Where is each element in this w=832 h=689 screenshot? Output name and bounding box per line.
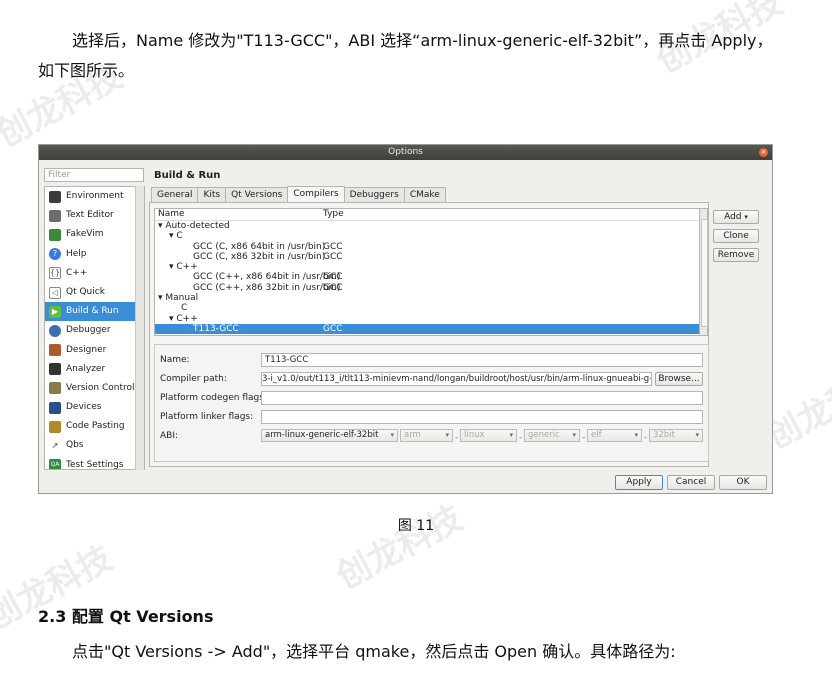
tree-row[interactable]: ▾ Auto-detected xyxy=(155,221,706,231)
nav-item-qbs[interactable]: ↗ Qbs xyxy=(45,436,144,455)
designer-icon xyxy=(49,344,61,357)
filter-input[interactable]: Filter xyxy=(44,168,144,182)
abi-width-select[interactable]: 32bit ▾ xyxy=(649,429,703,442)
nav-item-build-run[interactable]: ▶ Build & Run xyxy=(45,302,144,322)
compiler-path-field[interactable]: 3-i_v1.0/out/t113_i/tlt113-minievm-nand/… xyxy=(261,372,652,386)
text-editor-icon xyxy=(49,209,61,222)
tree-row[interactable]: GCC (C, x86 32bit in /usr/bin) GCC xyxy=(155,252,706,262)
help-icon: ? xyxy=(49,248,61,261)
chevron-down-icon: ▾ xyxy=(445,431,449,439)
abi-flavor-select[interactable]: generic ▾ xyxy=(524,429,580,442)
paragraph-apply-instructions: 选择后，Name 修改为"T113-GCC"，ABI 选择“arm-linux-… xyxy=(38,31,773,80)
tree-row[interactable]: GCC (C++, x86 64bit in /usr/bin) GCC xyxy=(155,272,706,282)
figure-caption: 图 11 xyxy=(397,518,435,534)
browse-button[interactable]: Browse... xyxy=(655,372,703,386)
tree-row[interactable]: ▾ C++ xyxy=(155,262,706,272)
monitor-icon xyxy=(49,190,61,203)
ok-button[interactable]: OK xyxy=(719,475,767,490)
chevron-down-icon: ▾ xyxy=(695,431,699,439)
build-run-icon: ▶ xyxy=(49,305,61,318)
fakevim-icon xyxy=(49,228,61,241)
nav-item-devices[interactable]: Devices xyxy=(45,398,144,417)
tree-row[interactable]: C xyxy=(155,303,706,313)
abi-arch-select[interactable]: arm ▾ xyxy=(400,429,453,442)
linker-flags-label: Platform linker flags: xyxy=(160,412,254,422)
code-pasting-icon xyxy=(49,420,61,433)
category-scrollbar[interactable] xyxy=(135,186,144,470)
tree-row[interactable]: ▾ C xyxy=(155,231,706,241)
tab-debuggers[interactable]: Debuggers xyxy=(343,187,405,203)
remove-button[interactable]: Remove xyxy=(713,248,759,262)
category-list: Environment Text Editor FakeVim ? Help {}… xyxy=(44,186,145,470)
tree-row-selected[interactable]: T113-GCC GCC xyxy=(155,323,706,335)
tab-compilers[interactable]: Compilers xyxy=(287,186,345,203)
tree-row[interactable]: ▾ C++ xyxy=(155,314,706,324)
chevron-down-icon: ▾ xyxy=(509,431,513,439)
name-label: Name: xyxy=(160,355,190,365)
scrollbar-thumb[interactable] xyxy=(701,219,708,327)
abi-format-select[interactable]: elf ▾ xyxy=(587,429,642,442)
tree-row[interactable]: GCC (C++, x86 32bit in /usr/bin) GCC xyxy=(155,283,706,293)
nav-item-code-pasting[interactable]: Code Pasting xyxy=(45,417,144,436)
tab-general[interactable]: General xyxy=(151,187,199,203)
tree-row[interactable]: ▾ Manual xyxy=(155,293,706,303)
chevron-down-icon: ▾ xyxy=(390,431,394,439)
debugger-icon xyxy=(49,324,61,337)
codegen-flags-label: Platform codegen flags: xyxy=(160,393,267,403)
nav-item-debugger[interactable]: Debugger xyxy=(45,321,144,340)
tree-scrollbar[interactable] xyxy=(699,208,708,336)
compiler-path-label: Compiler path: xyxy=(160,374,227,384)
cancel-button[interactable]: Cancel xyxy=(667,475,715,490)
test-settings-icon: QA xyxy=(49,459,61,469)
watermark: 创龙科技 xyxy=(330,498,470,598)
devices-icon xyxy=(49,401,61,414)
column-type-header[interactable]: Type xyxy=(323,209,344,220)
qbs-icon: ↗ xyxy=(49,440,61,453)
tree-header: Name Type xyxy=(155,209,706,221)
tab-kits[interactable]: Kits xyxy=(197,187,227,203)
nav-item-analyzer[interactable]: Analyzer xyxy=(45,360,144,379)
dialog-title: Options xyxy=(388,147,423,157)
qt-quick-icon: ◁ xyxy=(49,286,61,299)
chevron-down-icon: ▾ xyxy=(572,431,576,439)
add-button[interactable]: Add ▾ xyxy=(713,210,759,224)
nav-item-designer[interactable]: Designer xyxy=(45,341,144,360)
nav-item-version-control[interactable]: Version Control xyxy=(45,379,144,398)
compiler-tree: Name Type ▾ Auto-detected ▾ C GCC (C, x8… xyxy=(154,208,707,336)
tab-qt-versions[interactable]: Qt Versions xyxy=(225,187,289,203)
nav-item-environment[interactable]: Environment xyxy=(45,187,144,206)
paragraph-qt-versions: 点击"Qt Versions -> Add"，选择平台 qmake，然后点击 O… xyxy=(72,642,676,661)
tab-cmake[interactable]: CMake xyxy=(403,187,446,203)
abi-os-select[interactable]: linux ▾ xyxy=(460,429,517,442)
nav-item-help[interactable]: ? Help xyxy=(45,245,144,264)
section-heading: 2.3 配置 Qt Versions xyxy=(38,607,214,626)
chevron-down-icon: ▾ xyxy=(634,431,638,439)
dialog-titlebar: Options × xyxy=(39,145,772,160)
nav-item-test-settings[interactable]: QA Test Settings xyxy=(45,456,144,469)
nav-item-cpp[interactable]: {} C++ xyxy=(45,264,144,283)
nav-item-qt-quick[interactable]: ◁ Qt Quick xyxy=(45,283,144,302)
abi-label: ABI: xyxy=(160,431,179,441)
column-name-header[interactable]: Name xyxy=(158,209,185,220)
page-title: Build & Run xyxy=(154,170,221,181)
clone-button[interactable]: Clone xyxy=(713,229,759,243)
abi-select[interactable]: arm-linux-generic-elf-32bit ▾ xyxy=(261,429,398,442)
close-icon[interactable]: × xyxy=(759,148,768,157)
analyzer-icon xyxy=(49,363,61,376)
dropdown-arrow-icon: ▾ xyxy=(744,213,748,221)
tab-bar: General Kits Qt Versions Compilers Debug… xyxy=(151,186,446,203)
tree-row[interactable]: GCC (C, x86 64bit in /usr/bin) GCC xyxy=(155,242,706,252)
cpp-icon: {} xyxy=(49,267,61,280)
nav-item-fakevim[interactable]: FakeVim xyxy=(45,225,144,244)
options-dialog: Options × Filter Environment Text Editor… xyxy=(38,144,773,494)
version-control-icon xyxy=(49,382,61,395)
nav-item-text-editor[interactable]: Text Editor xyxy=(45,206,144,225)
codegen-flags-field[interactable] xyxy=(261,391,703,405)
name-field[interactable]: T113-GCC xyxy=(261,353,703,367)
linker-flags-field[interactable] xyxy=(261,410,703,424)
apply-button[interactable]: Apply xyxy=(615,475,663,490)
